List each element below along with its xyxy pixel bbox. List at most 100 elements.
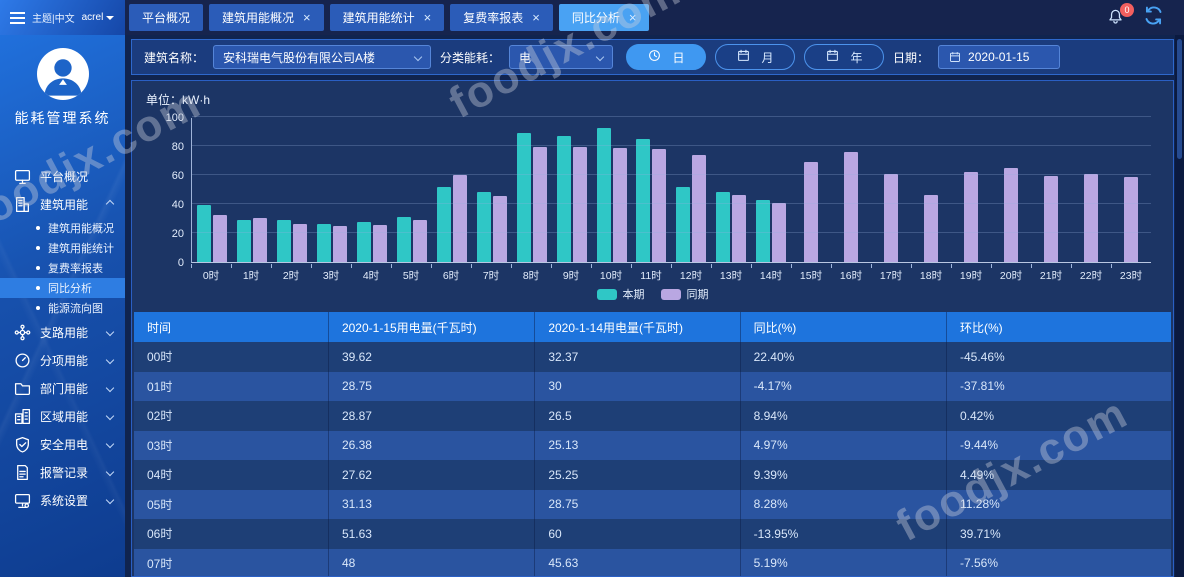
tab-close-icon[interactable]: × <box>303 11 311 24</box>
sidebar-item-平台概况[interactable]: 平台概况 <box>0 162 125 190</box>
x-axis-label: 4时 <box>351 268 391 283</box>
tab-复费率报表[interactable]: 复费率报表× <box>450 4 553 31</box>
bar-同期-13时[interactable] <box>732 195 746 262</box>
tab-建筑用能概况[interactable]: 建筑用能概况× <box>209 4 324 31</box>
bar-同期-6时[interactable] <box>453 175 467 262</box>
table-row[interactable]: 01时28.7530-4.17%-37.81% <box>134 372 1171 402</box>
bar-本期-1时[interactable] <box>237 220 251 262</box>
region-icon <box>14 408 31 425</box>
bar-同期-12时[interactable] <box>692 155 706 262</box>
bar-同期-23时[interactable] <box>1124 177 1138 262</box>
table-row[interactable]: 02时28.8726.58.94%0.42% <box>134 401 1171 431</box>
period-button-日[interactable]: 日 <box>626 44 706 70</box>
tab-平台概况[interactable]: 平台概况 <box>129 4 203 31</box>
bar-本期-0时[interactable] <box>197 205 211 262</box>
table-row[interactable]: 03时26.3825.134.97%-9.44% <box>134 431 1171 461</box>
scrollbar[interactable] <box>1175 35 1184 577</box>
topbar-brand-area: 主题|中文 acrel <box>0 0 125 35</box>
bar-本期-6时[interactable] <box>437 187 451 262</box>
sidebar-subitem-同比分析[interactable]: 同比分析 <box>0 278 125 298</box>
table-row[interactable]: 04时27.6225.259.39%4.49% <box>134 460 1171 490</box>
x-axis-label: 3时 <box>311 268 351 283</box>
bar-同期-19时[interactable] <box>964 172 978 262</box>
bar-同期-9时[interactable] <box>573 147 587 262</box>
bar-同期-18时[interactable] <box>924 195 938 262</box>
table-cell: 5.19% <box>741 549 947 577</box>
bar-本期-14时[interactable] <box>756 200 770 262</box>
bar-本期-8时[interactable] <box>517 133 531 262</box>
refresh-icon[interactable] <box>1143 5 1164 31</box>
menu-toggle-icon[interactable] <box>10 12 25 24</box>
bar-本期-12时[interactable] <box>676 187 690 262</box>
bar-本期-5时[interactable] <box>397 217 411 262</box>
sidebar-subitem-建筑用能统计[interactable]: 建筑用能统计 <box>0 238 125 258</box>
table-cell: 11.28% <box>947 490 1171 520</box>
legend-item-同期[interactable]: 同期 <box>661 286 709 302</box>
bar-同期-11时[interactable] <box>652 149 666 262</box>
tab-同比分析[interactable]: 同比分析× <box>559 4 650 31</box>
bar-本期-11时[interactable] <box>636 139 650 262</box>
bar-同期-8时[interactable] <box>533 147 547 262</box>
bar-同期-10时[interactable] <box>613 148 627 262</box>
table-row[interactable]: 06时51.6360-13.95%39.71% <box>134 519 1171 549</box>
x-axis-label: 8时 <box>511 268 551 283</box>
sidebar-item-分项用能[interactable]: 分项用能 <box>0 346 125 374</box>
table-row[interactable]: 07时4845.635.19%-7.56% <box>134 549 1171 577</box>
bar-本期-2时[interactable] <box>277 220 291 262</box>
bar-同期-17时[interactable] <box>884 174 898 262</box>
sidebar-item-部门用能[interactable]: 部门用能 <box>0 374 125 402</box>
bar-同期-1时[interactable] <box>253 218 267 262</box>
tab-建筑用能统计[interactable]: 建筑用能统计× <box>330 4 445 31</box>
notification-bell-icon[interactable]: 0 <box>1106 8 1125 27</box>
sidebar-item-建筑用能[interactable]: 建筑用能 <box>0 190 125 218</box>
legend-item-本期[interactable]: 本期 <box>597 286 645 302</box>
bar-本期-4时[interactable] <box>357 222 371 262</box>
data-table: 时间2020-1-15用电量(千瓦时)2020-1-14用电量(千瓦时)同比(%… <box>134 312 1171 577</box>
tab-close-icon[interactable]: × <box>424 11 432 24</box>
bar-同期-21时[interactable] <box>1044 176 1058 262</box>
theme-language-label[interactable]: 主题|中文 <box>32 10 75 25</box>
sidebar-subitem-建筑用能概况[interactable]: 建筑用能概况 <box>0 218 125 238</box>
bar-同期-0时[interactable] <box>213 215 227 262</box>
bar-同期-22时[interactable] <box>1084 174 1098 262</box>
bar-本期-3时[interactable] <box>317 224 331 262</box>
bar-group-21时 <box>1031 118 1071 262</box>
clock-icon <box>648 49 661 65</box>
building-select[interactable]: 安科瑞电气股份有限公司A楼 <box>213 45 431 69</box>
table-row[interactable]: 05时31.1328.758.28%11.28% <box>134 490 1171 520</box>
x-axis-label: 13时 <box>711 268 751 283</box>
chart-unit-label: 单位：kW·h <box>132 91 1173 107</box>
shield-icon <box>14 436 31 453</box>
bar-同期-5时[interactable] <box>413 220 427 262</box>
date-value: 2020-01-15 <box>968 50 1029 64</box>
user-menu[interactable]: acrel <box>82 12 115 23</box>
sidebar-subitem-能源流向图[interactable]: 能源流向图 <box>0 298 125 318</box>
sidebar-item-支路用能[interactable]: 支路用能 <box>0 318 125 346</box>
sidebar-subitem-复费率报表[interactable]: 复费率报表 <box>0 258 125 278</box>
bar-同期-2时[interactable] <box>293 224 307 262</box>
sidebar-item-系统设置[interactable]: 系统设置 <box>0 486 125 514</box>
tab-close-icon[interactable]: × <box>629 11 637 24</box>
y-axis-label: 40 <box>146 199 184 211</box>
period-button-年[interactable]: 年 <box>804 44 884 70</box>
period-button-月[interactable]: 月 <box>715 44 795 70</box>
tab-label: 平台概况 <box>142 9 190 26</box>
bar-同期-4时[interactable] <box>373 225 387 262</box>
energy-type-select[interactable]: 电 <box>509 45 613 69</box>
date-picker[interactable]: 2020-01-15 <box>938 45 1060 69</box>
bar-本期-10时[interactable] <box>597 128 611 262</box>
table-cell: 00时 <box>134 342 329 372</box>
bar-同期-7时[interactable] <box>493 196 507 262</box>
tab-close-icon[interactable]: × <box>532 11 540 24</box>
sidebar-item-区域用能[interactable]: 区域用能 <box>0 402 125 430</box>
sidebar-item-报警记录[interactable]: 报警记录 <box>0 458 125 486</box>
bar-同期-20时[interactable] <box>1004 168 1018 262</box>
scrollbar-thumb[interactable] <box>1177 39 1182 159</box>
bar-同期-15时[interactable] <box>804 162 818 262</box>
bar-本期-9时[interactable] <box>557 136 571 262</box>
sidebar-item-安全用电[interactable]: 安全用电 <box>0 430 125 458</box>
period-button-group: 日月年 <box>626 44 884 70</box>
table-row[interactable]: 00时39.6232.3722.40%-45.46% <box>134 342 1171 372</box>
avatar[interactable] <box>37 48 89 100</box>
bar-同期-16时[interactable] <box>844 152 858 262</box>
